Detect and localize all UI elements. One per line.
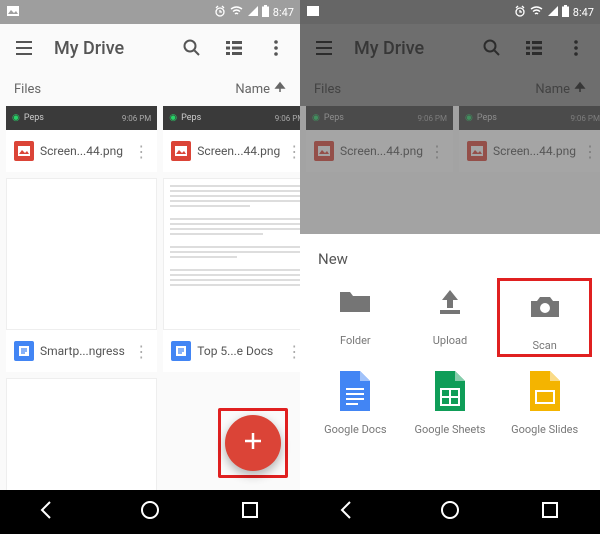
nav-recent-button[interactable] (236, 496, 264, 528)
doc-file-icon (14, 341, 34, 361)
battery-icon (262, 5, 269, 20)
whatsapp-icon: ◉ (169, 113, 177, 123)
files-label: Files (14, 82, 41, 97)
gallery-icon (306, 4, 320, 21)
file-more-icon[interactable]: ⋮ (133, 342, 149, 361)
upload-icon (426, 278, 474, 326)
screen-right: 8:47 My Drive Files Name ◉Peps9:06 PM Sc… (300, 0, 600, 534)
gallery-icon (6, 4, 20, 21)
upload-button[interactable]: Upload (403, 278, 498, 357)
google-sheets-button[interactable]: Google Sheets (403, 367, 498, 436)
alarm-icon (514, 5, 526, 20)
file-tile[interactable]: ◉ Peps 9:06 PM Screen...44.png ⋮ (163, 106, 300, 172)
sheet-item-label: Upload (433, 334, 467, 347)
camera-icon (521, 283, 569, 331)
clock-text: 8:47 (273, 6, 294, 19)
nav-home-button[interactable] (136, 496, 164, 528)
android-navbar (0, 490, 300, 534)
sheet-item-label: Scan (532, 339, 556, 352)
gdoc-icon (331, 367, 379, 415)
new-bottom-sheet: New Folder Upload Scan Google Docs Googl… (300, 234, 600, 490)
fab-highlight (218, 408, 288, 478)
thumb-time: 9:06 PM (275, 114, 300, 123)
image-file-icon (171, 141, 191, 161)
list-header: Files Name (0, 72, 300, 106)
nav-back-button[interactable] (36, 496, 64, 528)
file-name: Smartp...ngress (40, 344, 127, 358)
app-bar: My Drive (0, 24, 300, 72)
appbar-title: My Drive (54, 38, 124, 59)
search-icon[interactable] (180, 36, 204, 60)
overflow-icon[interactable] (264, 36, 288, 60)
nav-home-button[interactable] (436, 496, 464, 528)
nav-recent-button[interactable] (536, 496, 564, 528)
new-folder-button[interactable]: Folder (308, 278, 403, 357)
sheet-item-label: Folder (340, 334, 371, 347)
nav-back-button[interactable] (336, 496, 364, 528)
file-thumbnail (6, 178, 157, 330)
sheet-title: New (308, 250, 592, 278)
thumb-title: Peps (181, 113, 201, 123)
file-name: Screen...44.png (40, 144, 127, 158)
file-thumbnail: ◉ Peps 9:06 PM (163, 106, 300, 130)
fab-add[interactable] (225, 415, 281, 471)
battery-icon (562, 5, 569, 20)
signal-icon (247, 5, 258, 19)
file-tile[interactable]: Top 5...e Docs ⋮ (163, 178, 300, 372)
screen-left: 8:47 My Drive Files Name ◉ Peps (0, 0, 300, 534)
scan-button[interactable]: Scan (497, 278, 592, 357)
google-slides-button[interactable]: Google Slides (497, 367, 592, 436)
google-docs-button[interactable]: Google Docs (308, 367, 403, 436)
wifi-icon (530, 6, 543, 19)
gsheet-icon (426, 367, 474, 415)
file-name: Top 5...e Docs (197, 344, 280, 358)
file-more-icon[interactable]: ⋮ (133, 142, 149, 161)
sort-label: Name (235, 82, 270, 97)
view-toggle-icon[interactable] (222, 36, 246, 60)
file-more-icon[interactable]: ⋮ (286, 142, 300, 161)
gslide-icon (521, 367, 569, 415)
file-thumbnail (163, 178, 300, 330)
file-thumbnail: ◉ Peps 9:06 PM (6, 106, 157, 130)
folder-icon (331, 278, 379, 326)
file-more-icon[interactable]: ⋮ (286, 342, 300, 361)
plus-icon (241, 429, 265, 457)
arrow-up-icon (274, 81, 286, 97)
hamburger-icon[interactable] (12, 36, 36, 60)
sheet-item-label: Google Slides (511, 423, 578, 436)
file-tile[interactable]: ◉ Peps 9:06 PM Screen...44.png ⋮ (6, 106, 157, 172)
status-bar: 8:47 (0, 0, 300, 24)
thumb-title: Peps (24, 113, 44, 123)
file-tile[interactable]: Smartp...ngress ⋮ (6, 178, 157, 372)
clock-text: 8:47 (573, 6, 594, 19)
file-name: Screen...44.png (197, 144, 280, 158)
signal-icon (547, 5, 558, 19)
sheet-item-label: Google Docs (324, 423, 386, 436)
sheet-item-label: Google Sheets (415, 423, 486, 436)
alarm-icon (214, 5, 226, 20)
status-bar: 8:47 (300, 0, 600, 24)
thumb-time: 9:06 PM (122, 114, 151, 123)
sort-button[interactable]: Name (235, 81, 286, 97)
image-file-icon (14, 141, 34, 161)
doc-file-icon (171, 341, 191, 361)
wifi-icon (230, 6, 243, 19)
whatsapp-icon: ◉ (12, 113, 20, 123)
android-navbar (300, 490, 600, 534)
